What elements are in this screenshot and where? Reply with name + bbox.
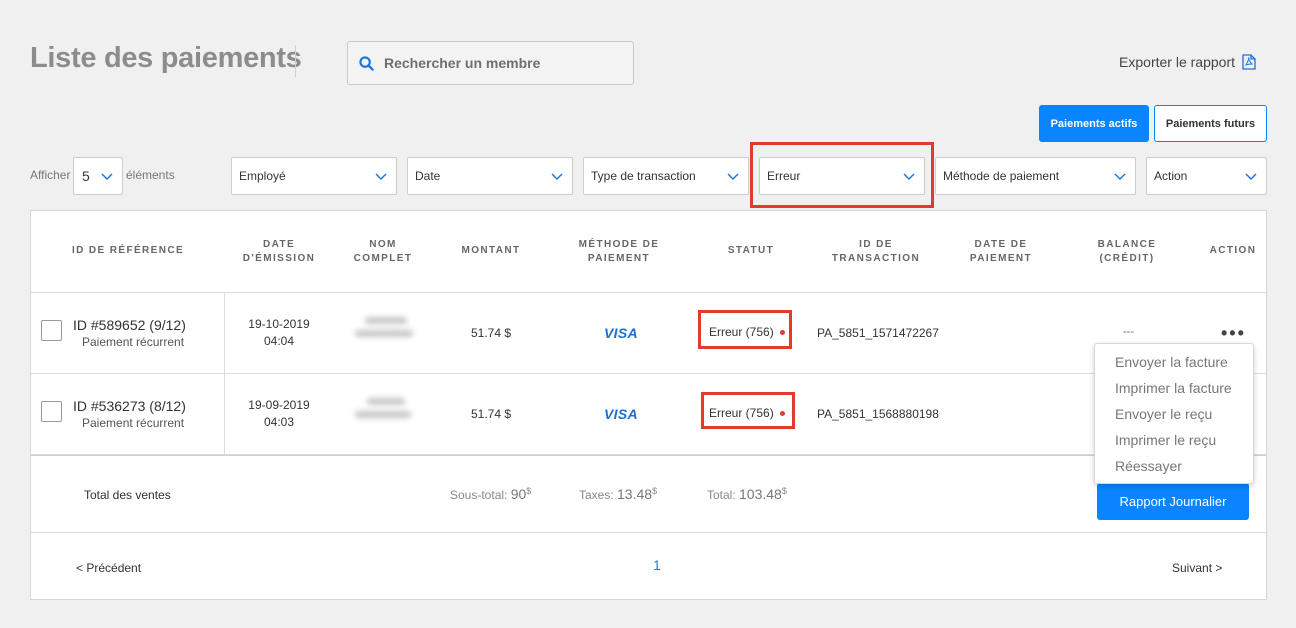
- menu-item-print-invoice[interactable]: Imprimer la facture: [1095, 379, 1253, 405]
- chevron-down-icon: [727, 173, 739, 180]
- header-issue-date: DATE D'ÉMISSION: [242, 239, 316, 264]
- menu-item-send-invoice[interactable]: Envoyer la facture: [1095, 353, 1253, 379]
- show-prefix-label: Afficher: [30, 168, 71, 182]
- row-transaction-id: PA_5851_1568880198: [817, 407, 939, 421]
- chevron-down-icon: [1245, 173, 1257, 180]
- visa-logo-icon: VISA: [604, 325, 638, 341]
- daily-report-button[interactable]: Rapport Journalier: [1097, 483, 1249, 520]
- search-icon: [359, 55, 374, 71]
- future-payments-tab[interactable]: Paiements futurs: [1154, 105, 1267, 142]
- error-dot-icon: [779, 329, 785, 335]
- row-amount: 51.74 $: [470, 407, 512, 421]
- show-suffix-label: éléments: [126, 168, 175, 182]
- error-dot-icon: [779, 410, 785, 416]
- next-page-link[interactable]: Suivant >: [1172, 561, 1222, 575]
- taxes: Taxes: 13.48$: [579, 486, 658, 502]
- employee-filter-label: Employé: [239, 169, 286, 183]
- row-checkbox[interactable]: [41, 320, 62, 341]
- table-row: ID #589652 (9/12) Paiement récurrent 19-…: [31, 293, 1266, 374]
- header-amount: MONTANT: [461, 245, 521, 256]
- page-title: Liste des paiements: [30, 42, 302, 74]
- chevron-down-icon: [101, 173, 113, 180]
- active-payments-tab[interactable]: Paiements actifs: [1039, 105, 1149, 142]
- column-divider: [224, 293, 225, 373]
- date-filter-label: Date: [415, 169, 441, 183]
- action-filter[interactable]: Action: [1146, 157, 1267, 195]
- menu-item-print-receipt[interactable]: Imprimer le reçu: [1095, 431, 1253, 457]
- visa-logo-icon: VISA: [604, 406, 638, 422]
- export-label: Exporter le rapport: [1119, 54, 1235, 70]
- header-transaction-id: ID DE TRANSACTION: [831, 239, 921, 264]
- row-ref-id: ID #589652 (9/12): [73, 317, 186, 333]
- items-per-page-value: 5: [82, 168, 90, 184]
- items-per-page-select[interactable]: 5: [73, 157, 123, 195]
- header-balance: BALANCE (CRÉDIT): [1097, 239, 1157, 264]
- transaction-type-filter-label: Type de transaction: [591, 169, 696, 183]
- search-input[interactable]: Rechercher un membre: [347, 41, 634, 85]
- employee-filter[interactable]: Employé: [231, 157, 397, 195]
- totals-row: Total des ventes Sous-total: 90$ Taxes: …: [31, 455, 1266, 533]
- row-status: Erreur (756): [709, 406, 785, 420]
- payment-method-filter[interactable]: Méthode de paiement: [935, 157, 1136, 195]
- total: Total: 103.48$: [707, 486, 787, 502]
- previous-page-link[interactable]: < Précédent: [76, 561, 141, 575]
- blurred-name: [355, 392, 415, 430]
- header-ref-id: ID DE RÉFÉRENCE: [71, 245, 185, 256]
- blurred-name: [355, 311, 415, 349]
- export-report-link[interactable]: Exporter le rapport: [1119, 54, 1256, 70]
- row-ref-id: ID #536273 (8/12): [73, 398, 186, 414]
- payments-table: ID DE RÉFÉRENCE DATE D'ÉMISSION NOM COMPLE…: [30, 210, 1267, 600]
- page-number-1[interactable]: 1: [653, 557, 661, 573]
- transaction-type-filter[interactable]: Type de transaction: [583, 157, 749, 195]
- header-action: ACTION: [1209, 245, 1257, 256]
- payment-method-filter-label: Méthode de paiement: [943, 169, 1060, 183]
- row-status: Erreur (756): [709, 325, 785, 339]
- action-filter-label: Action: [1154, 169, 1188, 183]
- row-balance: ---: [1123, 326, 1134, 338]
- date-filter[interactable]: Date: [407, 157, 573, 195]
- row-transaction-id: PA_5851_1571472267: [817, 326, 939, 340]
- title-divider: [295, 45, 296, 77]
- row-issue-date: 19-09-2019 04:03: [248, 398, 310, 429]
- header-payment-date: DATE DE PAIEMENT: [969, 239, 1033, 264]
- row-issue-date: 19-10-2019 04:04: [248, 317, 310, 348]
- row-amount: 51.74 $: [470, 326, 512, 340]
- action-menu: Envoyer la facture Imprimer la facture E…: [1094, 343, 1254, 484]
- totals-label: Total des ventes: [84, 488, 171, 502]
- chevron-down-icon: [903, 173, 915, 180]
- row-ref-type: Paiement récurrent: [82, 335, 185, 349]
- menu-item-send-receipt[interactable]: Envoyer le reçu: [1095, 405, 1253, 431]
- search-placeholder: Rechercher un membre: [384, 55, 541, 71]
- chevron-down-icon: [551, 173, 563, 180]
- header-status: STATUT: [727, 245, 775, 256]
- header-full-name: NOM COMPLET: [353, 239, 413, 264]
- menu-item-retry[interactable]: Réessayer: [1095, 457, 1253, 483]
- pdf-file-icon: [1242, 54, 1256, 70]
- status-filter-label: Erreur: [767, 169, 801, 183]
- row-ref-type: Paiement récurrent: [82, 416, 185, 430]
- chevron-down-icon: [1114, 173, 1126, 180]
- table-header: ID DE RÉFÉRENCE DATE D'ÉMISSION NOM COMPLE…: [31, 211, 1266, 293]
- chevron-down-icon: [375, 173, 387, 180]
- column-divider: [224, 374, 225, 454]
- subtotal: Sous-total: 90$: [450, 486, 532, 502]
- table-row: ID #536273 (8/12) Paiement récurrent 19-…: [31, 374, 1266, 455]
- row-checkbox[interactable]: [41, 401, 62, 422]
- status-filter[interactable]: Erreur: [759, 157, 925, 195]
- header-payment-method: MÉTHODE DE PAIEMENT: [578, 239, 660, 264]
- more-actions-icon[interactable]: •••: [1221, 323, 1246, 344]
